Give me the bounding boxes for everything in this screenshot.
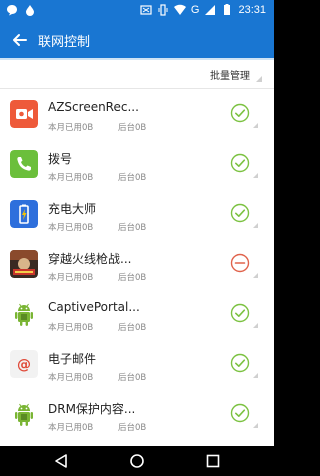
batch-manage-button[interactable]: 批量管理 [210,67,250,82]
monthly-usage: 本月已用0B [48,323,94,333]
blocked-minus-icon[interactable] [230,253,250,273]
app-name: 电子邮件 [48,352,97,366]
android-icon [10,400,38,428]
android-icon [10,300,38,328]
allowed-check-icon[interactable] [230,103,250,123]
background-usage: 后台0B [118,323,147,333]
back-arrow-icon[interactable] [10,30,30,50]
app-row[interactable]: AZScreenRec... 本月已用0B 后台0B [0,90,274,140]
app-name: 拨号 [48,152,73,166]
allowed-check-icon[interactable] [230,403,250,423]
nav-recents-icon[interactable] [204,452,222,470]
background-usage: 后台0B [118,223,147,233]
vibrate-icon [158,4,168,16]
app-row[interactable]: 拨号 本月已用0B 后台0B [0,140,274,190]
corner-triangle-icon [256,76,262,82]
battery-status-icon [224,4,231,15]
corner-triangle-icon [253,323,258,328]
cast-icon [140,5,152,15]
drop-icon [26,5,34,16]
background-usage: 后台0B [118,123,147,133]
notification-bubble-icon [7,5,17,16]
nav-back-icon[interactable] [52,452,70,470]
monthly-usage: 本月已用0B [48,273,94,283]
top-divider [0,58,274,60]
corner-triangle-icon [253,423,258,428]
monthly-usage: 本月已用0B [48,123,94,133]
app-name: AZScreenRec... [48,100,139,114]
wifi-icon [173,4,186,15]
app-bar: 联网控制 [0,22,274,58]
battery-icon [10,200,38,228]
app-row[interactable]: 充电大师 本月已用0B 后台0B [0,190,274,240]
signal-icon [205,5,216,15]
monthly-usage: 本月已用0B [48,423,94,433]
phone-icon [10,150,38,178]
header-divider [0,88,274,89]
background-usage: 后台0B [118,273,147,283]
corner-triangle-icon [253,273,258,278]
allowed-check-icon[interactable] [230,153,250,173]
allowed-check-icon[interactable] [230,203,250,223]
app-name: CaptivePortal... [48,300,140,314]
corner-triangle-icon [253,373,258,378]
navigation-bar [0,446,274,476]
app-name: 穿越火线枪战... [48,252,132,266]
background-usage: 后台0B [118,423,147,433]
app-name: 充电大师 [48,202,97,216]
clock: 23:31 [238,4,266,16]
allowed-check-icon[interactable] [230,303,250,323]
app-row[interactable]: CaptivePortal... 本月已用0B 后台0B [0,290,274,340]
app-row[interactable]: 穿越火线枪战... 本月已用0B 后台0B [0,240,274,290]
monthly-usage: 本月已用0B [48,223,94,233]
status-bar: G 23:31 [0,0,274,22]
screen-recorder-icon [10,100,38,128]
app-list-container: 批量管理 AZScreenRec... 本月已用0B 后台0B 拨号 本月已用0… [0,58,274,446]
corner-triangle-icon [253,123,258,128]
background-usage: 后台0B [118,373,147,383]
nav-home-icon[interactable] [128,452,146,470]
corner-triangle-icon [253,173,258,178]
network-type: G [190,4,200,16]
app-row[interactable]: DRM保护内容... 本月已用0B 后台0B [0,390,274,440]
svg-text:@: @ [17,357,31,373]
email-icon: @ [10,350,38,378]
corner-triangle-icon [253,223,258,228]
page-title: 联网控制 [38,35,91,50]
game-icon [10,250,38,278]
app-name: DRM保护内容... [48,402,136,416]
allowed-check-icon[interactable] [230,353,250,373]
monthly-usage: 本月已用0B [48,373,94,383]
monthly-usage: 本月已用0B [48,173,94,183]
background-usage: 后台0B [118,173,147,183]
app-row[interactable]: @ 电子邮件 本月已用0B 后台0B [0,340,274,390]
